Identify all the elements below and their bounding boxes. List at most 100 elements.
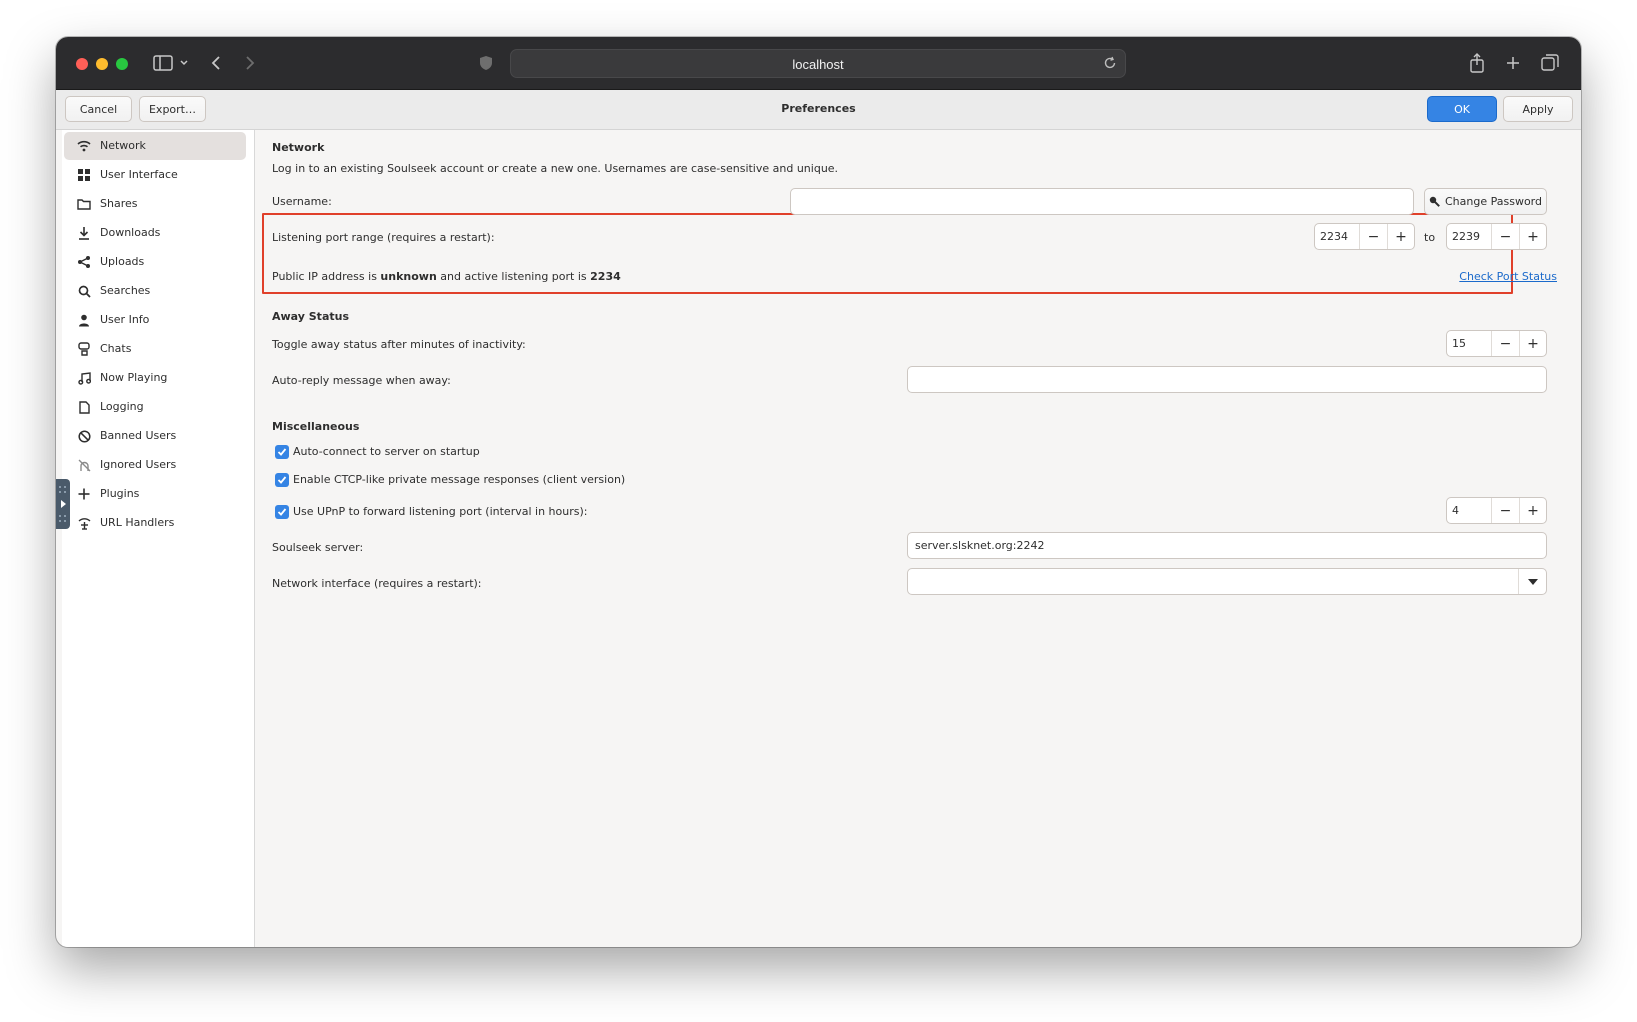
- chevron-down-icon[interactable]: [178, 51, 190, 75]
- sidebar-item-ignored-users[interactable]: Ignored Users: [64, 451, 246, 479]
- server-label: Soulseek server:: [272, 541, 364, 554]
- plus-icon: [76, 486, 92, 502]
- plus-icon[interactable]: +: [1519, 224, 1546, 249]
- browser-window: localhost Cancel Export… Preferences OK …: [56, 37, 1581, 947]
- forward-icon[interactable]: [242, 51, 258, 75]
- sidebar-item-banned-users[interactable]: Banned Users: [64, 422, 246, 450]
- back-icon[interactable]: [208, 51, 224, 75]
- sidebar-item-uploads[interactable]: Uploads: [64, 248, 246, 276]
- port-to-stepper[interactable]: 2239 − +: [1446, 223, 1547, 250]
- public-ip-status: Public IP address is unknown and active …: [272, 270, 621, 283]
- sidebar-item-shares[interactable]: Shares: [64, 190, 246, 218]
- sidebar-drag-handle[interactable]: [56, 479, 70, 529]
- network-description: Log in to an existing Soulseek account o…: [272, 162, 839, 175]
- upnp-interval-stepper[interactable]: 4 − +: [1446, 497, 1547, 524]
- away-minutes-value[interactable]: 15: [1447, 331, 1492, 356]
- shield-icon[interactable]: [478, 51, 494, 75]
- minus-icon[interactable]: −: [1492, 498, 1519, 523]
- ctcp-checkbox[interactable]: [275, 473, 289, 487]
- change-password-button[interactable]: Change Password: [1424, 188, 1547, 215]
- share-sheet-icon[interactable]: [1468, 51, 1486, 75]
- sidebar-item-label: Downloads: [100, 226, 161, 239]
- sidebar-item-label: Plugins: [100, 487, 140, 500]
- sidebar-item-chats[interactable]: Chats: [64, 335, 246, 363]
- sidebar-item-label: Now Playing: [100, 371, 168, 384]
- public-ip-prefix: Public IP address is: [272, 270, 381, 283]
- close-window-button[interactable]: [76, 58, 88, 70]
- browser-toolbar: localhost: [56, 37, 1581, 90]
- public-ip-value: unknown: [380, 270, 437, 283]
- port-from-value[interactable]: 2234: [1315, 224, 1360, 249]
- grid-icon: [76, 167, 92, 183]
- port-to-value[interactable]: 2239: [1447, 224, 1492, 249]
- username-field[interactable]: [790, 188, 1414, 215]
- minus-icon[interactable]: −: [1360, 224, 1387, 249]
- ban-icon: [76, 428, 92, 444]
- upnp-interval-value[interactable]: 4: [1447, 498, 1492, 523]
- ignore-icon: [76, 457, 92, 473]
- url-text: localhost: [792, 57, 844, 72]
- download-icon: [76, 225, 92, 241]
- address-bar[interactable]: localhost: [510, 49, 1126, 78]
- reload-icon[interactable]: [1103, 56, 1117, 73]
- plus-icon[interactable]: +: [1519, 498, 1546, 523]
- url-handler-icon: [76, 515, 92, 531]
- document-icon: [76, 399, 92, 415]
- sidebar-item-plugins[interactable]: Plugins: [64, 480, 246, 508]
- key-icon: [1429, 196, 1440, 207]
- new-tab-icon[interactable]: [1504, 51, 1522, 75]
- sidebar-toggle-icon[interactable]: [152, 51, 174, 75]
- music-icon: [76, 370, 92, 386]
- port-from-stepper[interactable]: 2234 − +: [1314, 223, 1415, 250]
- away-section-title: Away Status: [272, 310, 349, 323]
- ok-button[interactable]: OK: [1427, 96, 1497, 122]
- change-password-label: Change Password: [1445, 195, 1542, 208]
- sidebar-item-label: Searches: [100, 284, 151, 297]
- sidebar-item-now-playing[interactable]: Now Playing: [64, 364, 246, 392]
- plus-icon[interactable]: +: [1387, 224, 1414, 249]
- chevron-down-icon[interactable]: [1518, 569, 1546, 594]
- minus-icon[interactable]: −: [1492, 331, 1519, 356]
- preferences-content: Network Log in to an existing Soulseek a…: [256, 130, 1581, 947]
- ctcp-label: Enable CTCP-like private message respons…: [293, 473, 626, 486]
- autoconnect-label: Auto-connect to server on startup: [293, 445, 480, 458]
- misc-section-title: Miscellaneous: [272, 420, 360, 433]
- server-field[interactable]: server.slsknet.org:2242: [907, 532, 1547, 559]
- sidebar-item-label: Banned Users: [100, 429, 177, 442]
- check-port-status-link[interactable]: Check Port Status: [1459, 270, 1557, 283]
- upnp-checkbox[interactable]: [275, 505, 289, 519]
- page-title: Preferences: [781, 102, 856, 115]
- autoconnect-checkbox[interactable]: [275, 445, 289, 459]
- sidebar-item-searches[interactable]: Searches: [64, 277, 246, 305]
- folder-icon: [76, 196, 92, 212]
- apply-button[interactable]: Apply: [1503, 96, 1573, 122]
- active-port-value: 2234: [590, 270, 621, 283]
- tab-overview-icon[interactable]: [1540, 51, 1560, 75]
- sidebar-item-label: User Interface: [100, 168, 178, 181]
- minimize-window-button[interactable]: [96, 58, 108, 70]
- minus-icon[interactable]: −: [1492, 224, 1519, 249]
- network-section-title: Network: [272, 141, 325, 154]
- username-label: Username:: [272, 195, 332, 208]
- sidebar-item-url-handlers[interactable]: URL Handlers: [64, 509, 246, 537]
- away-minutes-stepper[interactable]: 15 − +: [1446, 330, 1547, 357]
- sidebar-item-label: Chats: [100, 342, 132, 355]
- sidebar-item-network[interactable]: Network: [64, 132, 246, 160]
- sidebar-item-label: Ignored Users: [100, 458, 177, 471]
- zoom-window-button[interactable]: [116, 58, 128, 70]
- network-interface-dropdown[interactable]: [907, 568, 1547, 595]
- sidebar-item-downloads[interactable]: Downloads: [64, 219, 246, 247]
- sidebar-item-label: URL Handlers: [100, 516, 175, 529]
- plus-icon[interactable]: +: [1519, 331, 1546, 356]
- wifi-icon: [76, 138, 92, 154]
- sidebar-item-user-interface[interactable]: User Interface: [64, 161, 246, 189]
- chat-icon: [76, 341, 92, 357]
- search-icon: [76, 283, 92, 299]
- sidebar-item-user-info[interactable]: User Info: [64, 306, 246, 334]
- preferences-sidebar: Network User Interface Shares Downloads …: [62, 130, 255, 947]
- away-toggle-label: Toggle away status after minutes of inac…: [272, 338, 526, 351]
- sidebar-item-logging[interactable]: Logging: [64, 393, 246, 421]
- sidebar-item-label: Network: [100, 139, 146, 152]
- sidebar-item-label: Logging: [100, 400, 144, 413]
- autoreply-field[interactable]: [907, 366, 1547, 393]
